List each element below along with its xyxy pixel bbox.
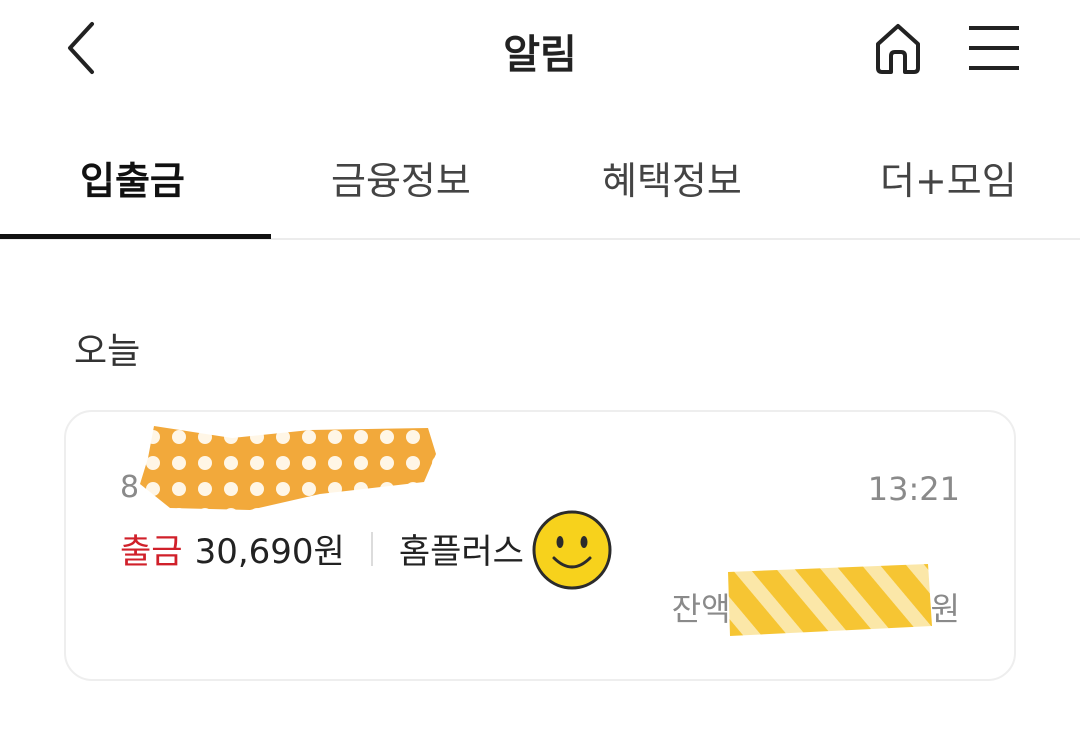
tab-deposit-withdrawal[interactable]: 입출금 bbox=[80, 150, 185, 205]
balance-label: 잔액 bbox=[671, 590, 731, 628]
tab-benefit-info[interactable]: 혜택정보 bbox=[602, 150, 742, 205]
transaction-type: 출금 bbox=[120, 532, 183, 572]
smiley-face-sticker bbox=[532, 510, 612, 590]
top-bar: 알림 bbox=[0, 0, 1080, 110]
home-icon bbox=[876, 24, 920, 74]
divider bbox=[370, 531, 373, 566]
tab-bar: 입출금 금융정보 혜택정보 더+모임 bbox=[0, 120, 1080, 240]
tab-more-group[interactable]: 더+모임 bbox=[880, 150, 1017, 205]
tab-financial-info[interactable]: 금융정보 bbox=[331, 150, 471, 205]
transaction-amount: 30,690원 bbox=[194, 532, 345, 572]
merchant-name: 홈플러스 bbox=[398, 532, 524, 572]
section-date-label: 오늘 bbox=[74, 331, 141, 372]
balance-suffix: 원 bbox=[930, 590, 960, 628]
polka-dot-tape-sticker bbox=[140, 426, 436, 510]
hamburger-menu-icon bbox=[969, 26, 1019, 70]
transaction-summary: 출금 30,690원 홈플러스 bbox=[120, 524, 524, 573]
notification-time: 13:21 bbox=[867, 470, 960, 508]
active-tab-indicator bbox=[0, 234, 271, 239]
account-number: 8 bbox=[120, 470, 140, 505]
home-button[interactable] bbox=[866, 16, 930, 80]
striped-tape-sticker bbox=[728, 564, 932, 636]
menu-button[interactable] bbox=[958, 16, 1030, 80]
